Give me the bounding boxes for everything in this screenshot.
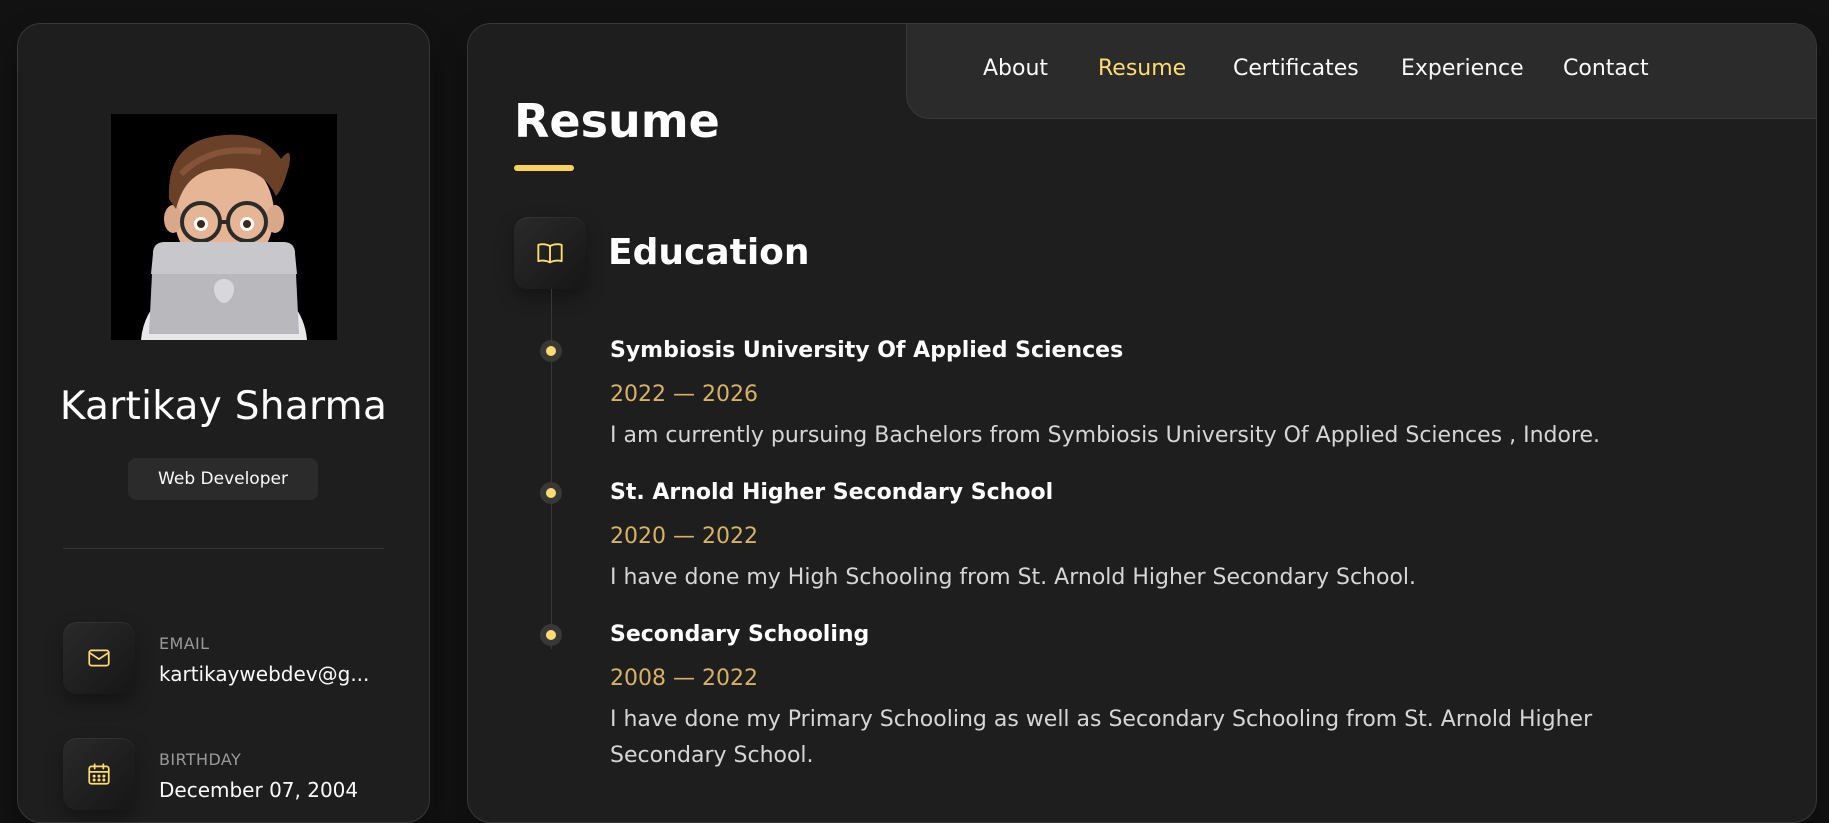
timeline-item-text: I have done my Primary Schooling as well…: [610, 707, 1593, 768]
timeline-item-title: St. Arnold Higher Secondary School: [610, 480, 1054, 505]
mail-icon: [63, 622, 135, 694]
timeline-dot: [540, 482, 562, 504]
nav-about[interactable]: About: [983, 56, 1048, 81]
timeline-item-text: I am currently pursuing Bachelors from S…: [610, 423, 1601, 448]
navbar: About Resume Certificates Experience Con…: [906, 24, 1816, 119]
profile-name: Kartikay Sharma: [59, 384, 388, 429]
timeline-item-title: Symbiosis University Of Applied Sciences: [610, 338, 1124, 363]
timeline-dot: [540, 624, 562, 646]
book-open-icon: [514, 217, 586, 289]
email-link[interactable]: kartikaywebdev@g...: [159, 662, 369, 686]
calendar-icon: [63, 738, 135, 810]
contact-email: EMAIL kartikaywebdev@g...: [63, 622, 393, 694]
sidebar: Kartikay Sharma Web Developer EMAIL kart…: [17, 23, 430, 823]
role-badge: Web Developer: [128, 458, 318, 500]
avatar: [111, 114, 337, 340]
section-title-education: Education: [608, 232, 810, 273]
title-underline: [514, 165, 574, 171]
nav-certificates[interactable]: Certificates: [1233, 56, 1359, 81]
timeline-item-date: 2022 — 2026: [610, 382, 758, 407]
birthday-value: December 07, 2004: [159, 778, 359, 802]
contact-birthday: BIRTHDAY December 07, 2004: [63, 738, 393, 810]
sidebar-separator: [63, 548, 384, 549]
timeline-item-date: 2008 — 2022: [610, 666, 758, 691]
timeline-item-title: Secondary Schooling: [610, 622, 870, 647]
timeline-dot: [540, 340, 562, 362]
timeline-item-date: 2020 — 2022: [610, 524, 758, 549]
page-title: Resume: [514, 94, 720, 148]
timeline-item-text: I have done my High Schooling from St. A…: [610, 565, 1417, 590]
nav-contact[interactable]: Contact: [1563, 56, 1649, 81]
contact-label: BIRTHDAY: [159, 750, 242, 769]
nav-experience[interactable]: Experience: [1401, 56, 1524, 81]
main-content: About Resume Certificates Experience Con…: [467, 23, 1817, 823]
contact-label: EMAIL: [159, 634, 210, 653]
avatar-illustration: [111, 114, 337, 340]
nav-resume[interactable]: Resume: [1098, 56, 1186, 81]
